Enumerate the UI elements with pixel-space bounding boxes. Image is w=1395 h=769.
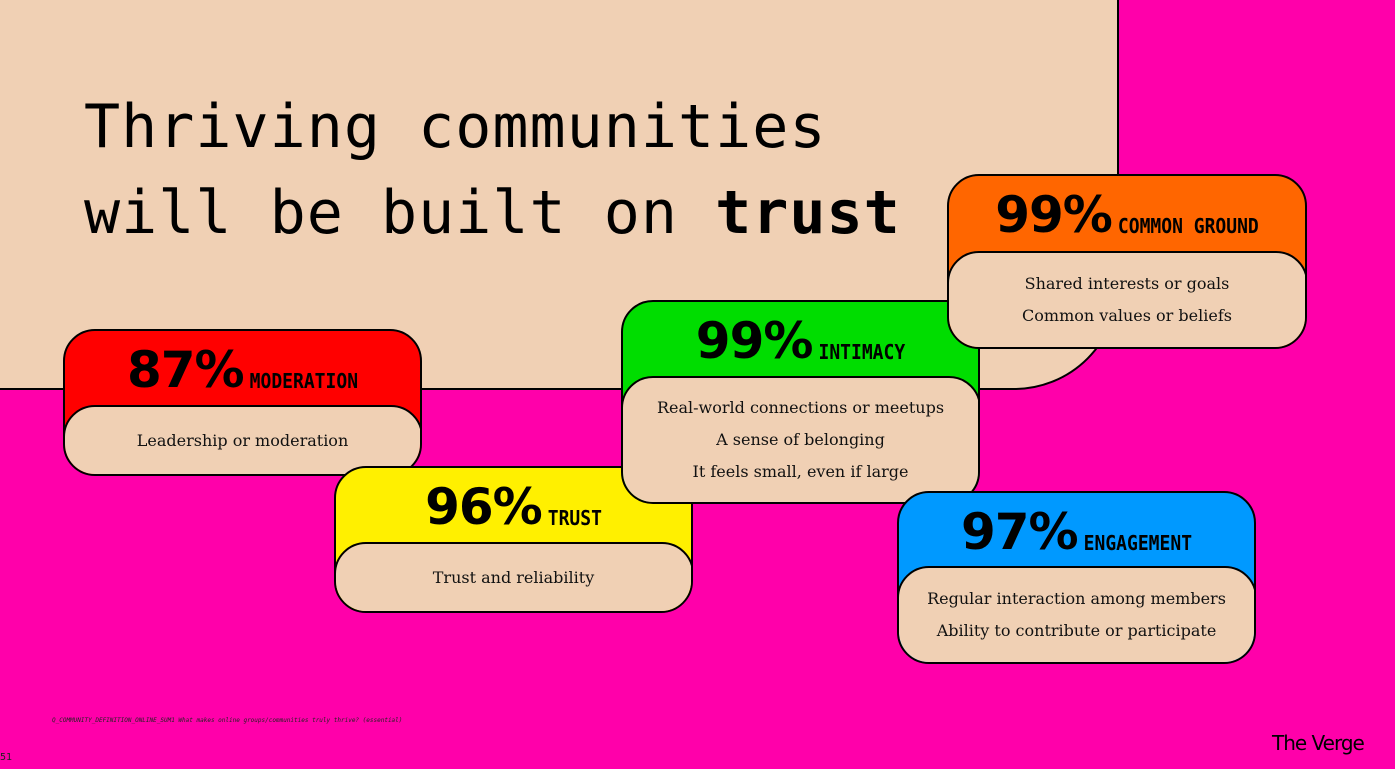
card-percent: 99% <box>995 186 1113 244</box>
card-item: Real-world connections or meetups <box>656 398 945 417</box>
card-percent: 99% <box>695 312 814 370</box>
slide-title: Thriving communities will be built on tru… <box>84 84 901 256</box>
card-percent: 87% <box>126 341 245 399</box>
card-item: Shared interests or goals <box>1024 274 1230 293</box>
title-emphasis: trust <box>715 178 901 248</box>
card-item: Trust and reliability <box>432 567 595 587</box>
card-item: Leadership or moderation <box>136 430 349 450</box>
card-percent: 97% <box>960 503 1079 561</box>
card-label: COMMON GROUND <box>1117 214 1259 239</box>
the-verge-logo: The Verge <box>1272 731 1365 755</box>
card-percent: 96% <box>425 478 543 536</box>
card-item: A sense of belonging <box>716 430 885 449</box>
card-item: Common values or beliefs <box>1022 306 1232 325</box>
title-line-2: will be built on <box>84 178 716 248</box>
title-line-1: Thriving communities <box>84 92 827 162</box>
card-label: ENGAGEMENT <box>1083 531 1193 556</box>
card-moderation: 87% MODERATION Leadership or moderation <box>63 329 422 476</box>
page-number: 51 <box>0 752 13 763</box>
card-item: Regular interaction among members <box>927 589 1226 608</box>
card-label: INTIMACY <box>818 340 906 365</box>
card-intimacy: 99% INTIMACY Real-world connections or me… <box>621 300 980 504</box>
card-label: TRUST <box>547 506 602 531</box>
card-label: MODERATION <box>249 369 359 394</box>
footnote: Q_COMMUNITY_DEFINITION_ONLINE_SUM1 What … <box>52 717 403 724</box>
card-item: Ability to contribute or participate <box>936 621 1217 640</box>
card-common-ground: 99% COMMON GROUND Shared interests or goa… <box>947 174 1307 349</box>
card-item: It feels small, even if large <box>692 462 909 481</box>
card-engagement: 97% ENGAGEMENT Regular interaction among … <box>897 491 1256 664</box>
